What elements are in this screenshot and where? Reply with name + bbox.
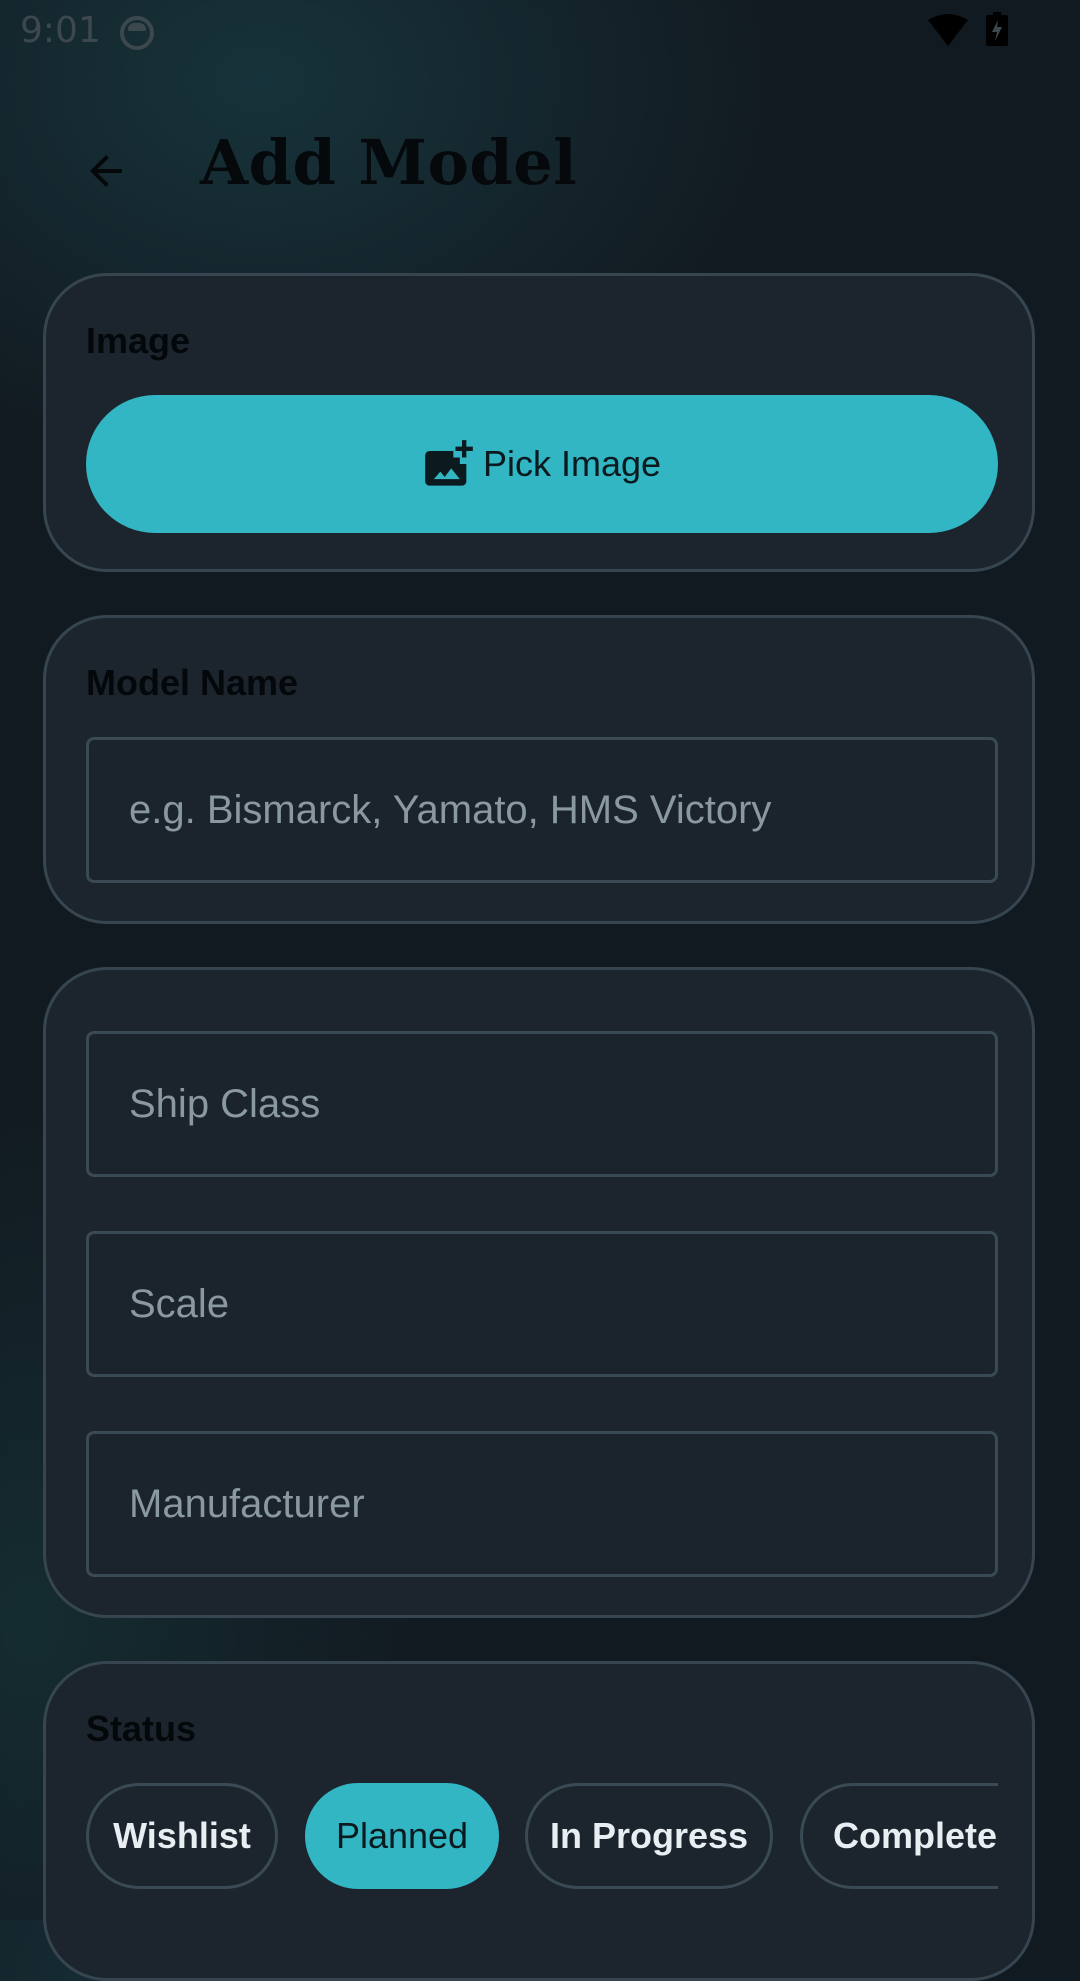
status-card: Status Wishlist Planned In Progress Comp… bbox=[43, 1661, 1035, 1981]
image-label: Image bbox=[86, 320, 191, 361]
ship-class-input[interactable] bbox=[89, 1034, 995, 1174]
page-title: Add Model bbox=[200, 126, 578, 199]
status-chip-in-progress[interactable]: In Progress bbox=[525, 1783, 773, 1889]
status-bar: 9:01 bbox=[0, 0, 1080, 64]
back-button[interactable] bbox=[66, 136, 146, 206]
model-name-card: Model Name bbox=[43, 615, 1035, 924]
ship-class-field bbox=[86, 1031, 998, 1177]
pick-image-label: Pick Image bbox=[482, 443, 662, 484]
status-chip-row: Wishlist Planned In Progress Completed bbox=[86, 1783, 998, 1893]
pick-image-button[interactable]: Pick Image bbox=[86, 395, 998, 533]
status-chip-completed[interactable]: Completed bbox=[800, 1783, 998, 1889]
top-app-bar: Add Model bbox=[0, 100, 1080, 240]
manufacturer-field bbox=[86, 1431, 998, 1577]
model-details-card bbox=[43, 967, 1035, 1618]
model-name-label: Model Name bbox=[86, 662, 299, 703]
manufacturer-input[interactable] bbox=[89, 1434, 995, 1574]
notification-face-icon bbox=[120, 16, 154, 50]
scale-input[interactable] bbox=[89, 1234, 995, 1374]
model-name-field bbox=[86, 737, 998, 883]
status-time: 9:01 bbox=[20, 10, 101, 51]
back-arrow-icon bbox=[90, 155, 122, 187]
status-chip-planned[interactable]: Planned bbox=[305, 1783, 499, 1889]
image-card: Image Pick Image bbox=[43, 273, 1035, 572]
scale-field bbox=[86, 1231, 998, 1377]
add-photo-icon bbox=[425, 440, 473, 486]
battery-icon bbox=[986, 12, 1008, 46]
model-name-input[interactable] bbox=[89, 740, 995, 880]
status-label: Status bbox=[86, 1708, 197, 1749]
wifi-icon bbox=[928, 14, 968, 46]
status-chip-wishlist[interactable]: Wishlist bbox=[86, 1783, 278, 1889]
